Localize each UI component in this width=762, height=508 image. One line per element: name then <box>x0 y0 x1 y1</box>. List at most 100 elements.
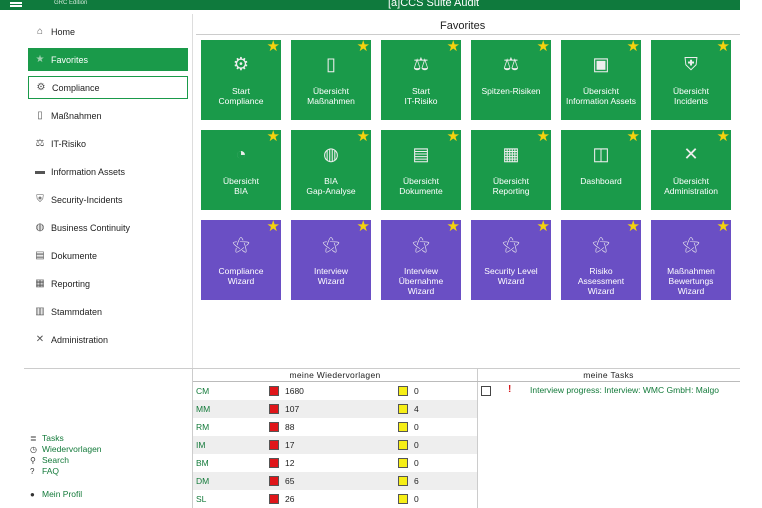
sidebar-item-label: Maßnahmen <box>51 110 102 121</box>
sidebar-item-dokumente[interactable]: ▤ Dokumente <box>28 244 188 267</box>
table-row: RM 88 0 <box>193 418 477 436</box>
tools-icon: ✕ <box>35 334 45 345</box>
favorite-tile-label: Übersicht Maßnahmen <box>307 86 355 106</box>
sidebar-item-favorites[interactable]: ★ Favorites <box>28 48 188 71</box>
scale-icon: ⚖ <box>35 138 45 149</box>
link-label: Search <box>42 455 69 465</box>
link-search[interactable]: ⚲ Search <box>30 455 102 466</box>
favorite-tile[interactable]: ⚝ Interview Übernahme Wizard ★ <box>381 217 461 300</box>
tasks-panel: meine Tasks ! Interview progress: Intervi… <box>477 369 740 508</box>
sidebar-item-administration[interactable]: ✕ Administration <box>28 328 188 351</box>
link-faq[interactable]: ? FAQ <box>30 466 102 477</box>
overdue-count[interactable]: 65 <box>285 472 294 490</box>
favorite-star-icon[interactable]: ★ <box>267 217 280 235</box>
favorite-tile[interactable]: ▣ Übersicht Information Assets ★ <box>561 37 641 120</box>
gears-icon: ⚙ <box>232 54 250 74</box>
my-profile-link[interactable]: ● Mein Profil <box>30 489 82 499</box>
favorite-star-icon[interactable]: ★ <box>627 37 640 55</box>
sidebar-item-business-continuity[interactable]: ◍ Business Continuity <box>28 216 188 239</box>
category-link[interactable]: IM <box>196 436 205 454</box>
favorite-tile[interactable]: ◍ BIA Gap-Analyse ★ <box>291 127 371 210</box>
favorite-tile[interactable]: ▯ Übersicht Maßnahmen ★ <box>291 37 371 120</box>
sidebar-item-stammdaten[interactable]: ▥ Stammdaten <box>28 300 188 323</box>
favorite-star-icon[interactable]: ★ <box>627 127 640 145</box>
shield-icon: ⛨ <box>36 194 44 205</box>
sidebar-item-home[interactable]: ⌂ Home <box>28 20 188 43</box>
due-count[interactable]: 0 <box>414 418 419 436</box>
link-wiedervorlagen[interactable]: ◷ Wiedervorlagen <box>30 444 102 455</box>
overdue-count[interactable]: 12 <box>285 454 294 472</box>
due-count[interactable]: 0 <box>414 382 419 400</box>
favorite-star-icon[interactable]: ★ <box>537 217 550 235</box>
due-count[interactable]: 4 <box>414 400 419 418</box>
overdue-count[interactable]: 17 <box>285 436 294 454</box>
favorite-tile[interactable]: ⚝ Interview Wizard ★ <box>291 217 371 300</box>
favorite-tile-label: Übersicht Administration <box>664 176 718 196</box>
favorite-star-icon[interactable]: ★ <box>717 127 730 145</box>
favorite-tile[interactable]: ⚖ Start IT-Risiko ★ <box>381 37 461 120</box>
favorite-tile-label: Risiko Assessment Wizard <box>577 266 625 296</box>
favorite-star-icon[interactable]: ★ <box>357 37 370 55</box>
favorite-tile[interactable]: ◔ Übersicht BIA ★ <box>201 127 281 210</box>
top-bar: GRC Edition [a]CCS Suite Audit <box>0 0 740 10</box>
favorite-tile-label: Security Level Wizard <box>484 266 538 286</box>
sidebar-item-it-risiko[interactable]: ⚖ IT-Risiko <box>28 132 188 155</box>
favorite-tile[interactable]: ⚝ Security Level Wizard ★ <box>471 217 551 300</box>
favorite-tile[interactable]: ✕ Übersicht Administration ★ <box>651 127 731 210</box>
favorite-star-icon[interactable]: ★ <box>537 37 550 55</box>
favorite-star-icon[interactable]: ★ <box>447 127 460 145</box>
task-link[interactable]: Interview progress: Interview: WMC GmbH:… <box>530 382 719 398</box>
overdue-count[interactable]: 1680 <box>285 382 304 400</box>
favorite-tile[interactable]: ◫ Dashboard ★ <box>561 127 641 210</box>
sidebar-item-information-assets[interactable]: ▬ Information Assets <box>28 160 188 183</box>
favorite-star-icon[interactable]: ★ <box>717 37 730 55</box>
favorite-star-icon[interactable]: ★ <box>627 217 640 235</box>
category-link[interactable]: CM <box>196 382 209 400</box>
overdue-count[interactable]: 26 <box>285 490 294 508</box>
favorite-tile[interactable]: ⚝ Risiko Assessment Wizard ★ <box>561 217 641 300</box>
category-link[interactable]: SL <box>196 490 206 508</box>
shield-icon: ⛨ <box>684 54 698 74</box>
sidebar-item-label: IT-Risiko <box>51 138 87 149</box>
category-link[interactable]: DM <box>196 472 209 490</box>
task-checkbox[interactable] <box>481 386 491 396</box>
favorite-star-icon[interactable]: ★ <box>447 37 460 55</box>
category-link[interactable]: MM <box>196 400 210 418</box>
favorite-star-icon[interactable]: ★ <box>357 217 370 235</box>
sidebar-item-reporting[interactable]: ▦ Reporting <box>28 272 188 295</box>
favorite-tile[interactable]: ▤ Übersicht Dokumente ★ <box>381 127 461 210</box>
due-count[interactable]: 6 <box>414 472 419 490</box>
due-indicator <box>398 440 408 450</box>
favorite-tile[interactable]: ⚝ Compliance Wizard ★ <box>201 217 281 300</box>
due-count[interactable]: 0 <box>414 436 419 454</box>
favorite-star-icon[interactable]: ★ <box>357 127 370 145</box>
sidebar-item-ma-nahmen[interactable]: ▯ Maßnahmen <box>28 104 188 127</box>
category-link[interactable]: BM <box>196 454 209 472</box>
favorite-star-icon[interactable]: ★ <box>447 217 460 235</box>
menu-icon[interactable] <box>10 2 22 4</box>
sidebar-item-compliance[interactable]: ⚙ Compliance <box>28 76 188 99</box>
scale-icon: ⚖ <box>412 54 430 74</box>
category-link[interactable]: RM <box>196 418 209 436</box>
favorite-tile[interactable]: ⚙ Start Compliance ★ <box>201 37 281 120</box>
favorite-star-icon[interactable]: ★ <box>717 217 730 235</box>
favorite-tile-label: Übersicht BIA <box>223 176 259 196</box>
favorite-star-icon[interactable]: ★ <box>537 127 550 145</box>
due-count[interactable]: 0 <box>414 490 419 508</box>
overdue-count[interactable]: 88 <box>285 418 294 436</box>
table-row: MM 107 4 <box>193 400 477 418</box>
favorite-tile-label: Interview Übernahme Wizard <box>398 266 444 296</box>
favorite-star-icon[interactable]: ★ <box>267 37 280 55</box>
favorite-tile[interactable]: ⛨ Übersicht Incidents ★ <box>651 37 731 120</box>
favorite-tile[interactable]: ⚝ Maßnahmen Bewertungs Wizard ★ <box>651 217 731 300</box>
app-title: [a]CCS Suite Audit <box>388 0 480 9</box>
sidebar-item-security-incidents[interactable]: ⛨ Security-Incidents <box>28 188 188 211</box>
favorite-tile[interactable]: ⚖ Spitzen-Risiken ★ <box>471 37 551 120</box>
overdue-count[interactable]: 107 <box>285 400 299 418</box>
list-icon: ≣ <box>30 434 37 443</box>
report-icon: ▦ <box>502 144 520 164</box>
due-count[interactable]: 0 <box>414 454 419 472</box>
favorite-tile[interactable]: ▦ Übersicht Reporting ★ <box>471 127 551 210</box>
favorite-star-icon[interactable]: ★ <box>267 127 280 145</box>
link-tasks[interactable]: ≣ Tasks <box>30 433 102 444</box>
